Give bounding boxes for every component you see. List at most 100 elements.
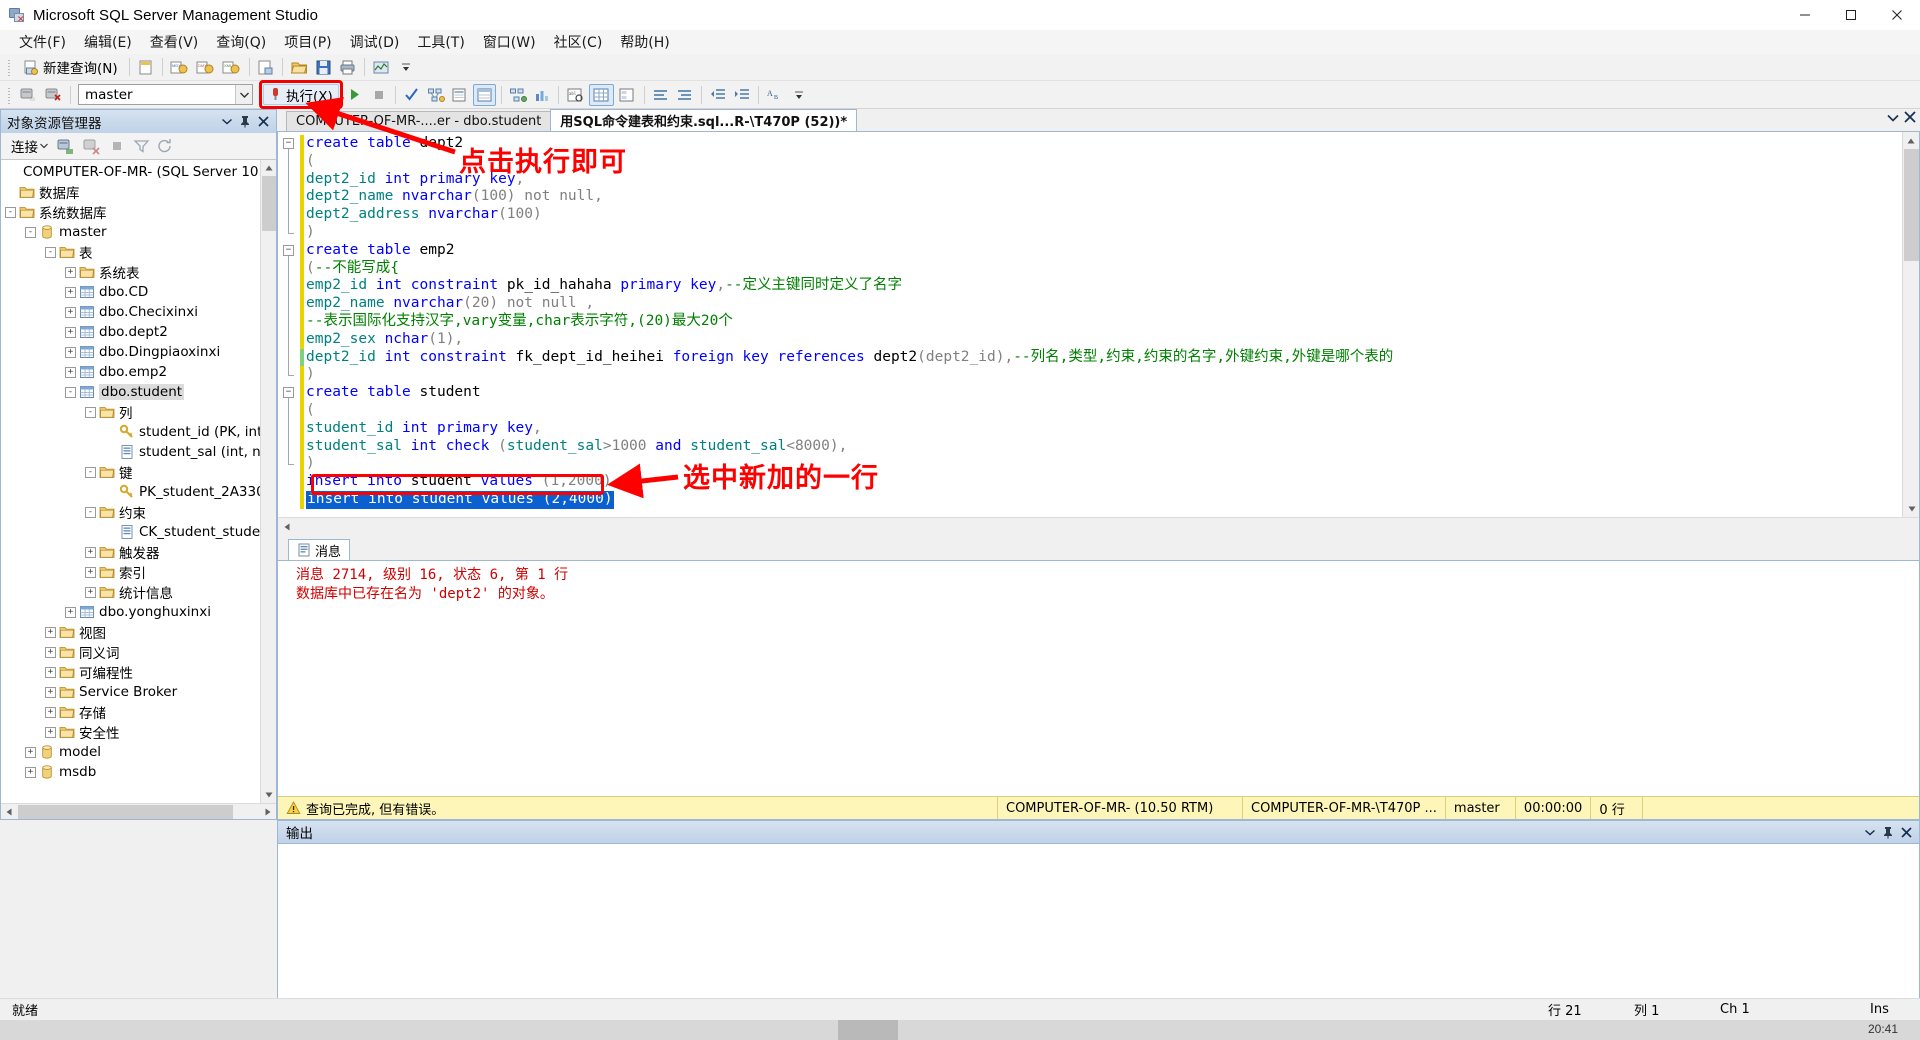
tree-node[interactable]: -列 — [1, 402, 260, 422]
expand-icon[interactable]: + — [65, 606, 76, 618]
tree-node[interactable]: + dbo.Checixinxi — [1, 302, 260, 322]
disconnect-server-icon[interactable] — [42, 84, 65, 106]
code-line[interactable]: ( — [306, 402, 1902, 420]
tree-node[interactable]: 数据库 — [1, 182, 260, 202]
code-line[interactable]: dept2_address nvarchar(100) — [306, 206, 1902, 224]
code-scroll-down-icon[interactable] — [1903, 500, 1919, 517]
collapse-region-icon[interactable]: − — [283, 138, 294, 149]
tree-node[interactable]: + msdb — [1, 762, 260, 782]
menu-item-3[interactable]: 查询(Q) — [207, 29, 275, 55]
code-line[interactable]: dept2_id int primary key, — [306, 171, 1902, 189]
toolbar-overflow-icon[interactable] — [395, 56, 417, 78]
scroll-left-icon[interactable] — [1, 804, 17, 820]
menu-item-1[interactable]: 编辑(E) — [75, 29, 141, 55]
connect-server-icon[interactable] — [17, 84, 40, 106]
tree-node[interactable]: + 统计信息 — [1, 582, 260, 602]
tree-vertical-scrollbar[interactable] — [260, 160, 276, 803]
collapse-icon[interactable]: - — [85, 506, 96, 518]
collapse-icon[interactable]: - — [25, 226, 36, 238]
tree-node[interactable]: + dbo.yonghuxinxi — [1, 602, 260, 622]
code-line[interactable]: --表示国际化支持汉字,vary变量,char表示字符,(20)最大20个 — [306, 313, 1902, 331]
tree-horizontal-scrollbar[interactable] — [1, 803, 276, 819]
output-panel-body[interactable] — [277, 843, 1920, 1008]
activity-monitor-icon[interactable] — [370, 56, 393, 78]
code-line[interactable]: dept2_name nvarchar(100) not null, — [306, 188, 1902, 206]
code-vscroll-thumb[interactable] — [1904, 149, 1919, 261]
tree-hscroll-thumb[interactable] — [18, 804, 233, 819]
connect-dropdown-button[interactable]: 连接 — [6, 134, 53, 158]
save-icon[interactable] — [313, 56, 335, 78]
find-in-grid-icon[interactable]: abl — [564, 84, 587, 106]
oe-connect-icon[interactable] — [54, 135, 78, 157]
new-query-button[interactable]: 新建查询(N) — [17, 56, 124, 78]
minimize-button[interactable] — [1782, 0, 1828, 30]
grid-view-icon[interactable] — [588, 83, 614, 106]
expand-icon[interactable]: + — [85, 546, 96, 558]
toolbar-grip-2[interactable] — [6, 85, 13, 104]
oe-disconnect-icon[interactable] — [80, 135, 104, 157]
menu-item-2[interactable]: 查看(V) — [141, 29, 208, 55]
expand-icon[interactable]: + — [65, 286, 76, 298]
collapse-region-icon[interactable]: − — [283, 244, 294, 256]
tree-node[interactable]: COMPUTER-OF-MR- (SQL Server 10.50.160 — [1, 162, 260, 182]
tree-node[interactable]: + model — [1, 742, 260, 762]
oe-stop-icon[interactable] — [106, 135, 128, 157]
expand-icon[interactable]: + — [85, 586, 96, 598]
increase-indent-icon[interactable] — [731, 84, 753, 106]
tree-node[interactable]: + dbo.dept2 — [1, 322, 260, 342]
code-scroll-up-icon[interactable] — [1903, 132, 1919, 149]
code-line[interactable]: ) — [306, 224, 1902, 242]
execute-button[interactable]: 执行(X) — [263, 84, 339, 105]
uncomment-lines-icon[interactable] — [674, 84, 696, 106]
stop-icon[interactable] — [368, 84, 390, 106]
code-line[interactable]: (--不能写成{ — [306, 260, 1902, 278]
tree-node[interactable]: - 约束 — [1, 502, 260, 522]
specify-values-icon[interactable]: A B — [764, 84, 786, 106]
oe-refresh-icon[interactable] — [154, 135, 176, 157]
code-line[interactable]: dept2_id int constraint fk_dept_id_heihe… — [306, 349, 1902, 367]
expand-icon[interactable]: + — [65, 266, 76, 278]
print-icon[interactable] — [337, 56, 359, 78]
tree-scroll-thumb[interactable] — [262, 176, 276, 231]
debug-run-icon[interactable] — [344, 84, 366, 106]
chevron-down-icon[interactable] — [218, 113, 236, 131]
database-selector[interactable]: master — [78, 84, 253, 105]
tree-node[interactable]: + dbo.Dingpiaoxinxi — [1, 342, 260, 362]
menu-item-7[interactable]: 窗口(W) — [474, 29, 545, 55]
new-dmx-query-icon[interactable]: DMX — [194, 56, 218, 78]
menu-item-5[interactable]: 调试(D) — [341, 29, 409, 55]
tree-node[interactable]: + 索引 — [1, 562, 260, 582]
tab-messages[interactable]: 消息 — [288, 539, 351, 560]
code-line[interactable]: insert into student values (2,4000) — [306, 490, 1902, 509]
expand-icon[interactable]: + — [65, 366, 76, 378]
tree-node[interactable]: PK_student_2A3306 — [1, 482, 260, 502]
sql-code-pane[interactable]: − − − create table dept2(dept2_id int prim… — [278, 132, 1919, 534]
code-line[interactable]: emp2_name nvarchar(20) not null , — [306, 295, 1902, 313]
collapse-icon[interactable]: - — [65, 386, 76, 398]
toolbar-overflow-icon-2[interactable] — [788, 84, 810, 106]
tree-node[interactable]: student_id (PK, int, n — [1, 422, 260, 442]
expand-icon[interactable]: + — [65, 326, 76, 338]
open-file-icon[interactable] — [288, 56, 311, 78]
code-line[interactable]: student_sal int check (student_sal>1000 … — [306, 438, 1902, 456]
include-actual-plan-icon[interactable] — [507, 84, 529, 106]
code-line[interactable]: emp2_sex nchar(1), — [306, 331, 1902, 349]
code-scroll-left-icon[interactable] — [278, 518, 295, 534]
expand-icon[interactable]: + — [45, 726, 56, 738]
expand-icon[interactable]: + — [25, 766, 36, 778]
chevron-down-icon[interactable] — [235, 85, 252, 104]
tree-node[interactable]: - 系统数据库 — [1, 202, 260, 222]
tree-node[interactable]: student_sal (int, null) — [1, 442, 260, 462]
tree-node[interactable]: + 安全性 — [1, 722, 260, 742]
code-line[interactable]: ) — [306, 455, 1902, 473]
tree-node[interactable]: + Service Broker — [1, 682, 260, 702]
close-tab-icon[interactable] — [1904, 111, 1916, 126]
code-line[interactable]: create table dept2 — [306, 135, 1902, 153]
query-options-icon[interactable] — [449, 84, 471, 106]
collapse-icon[interactable]: - — [45, 246, 56, 258]
results-to-grid-icon[interactable] — [472, 83, 496, 106]
code-horizontal-scrollbar[interactable] — [278, 517, 1919, 534]
code-line[interactable]: insert into student values (1,2000) — [306, 473, 1902, 491]
scroll-up-icon[interactable] — [261, 160, 276, 176]
chevron-down-icon[interactable] — [1861, 823, 1879, 841]
